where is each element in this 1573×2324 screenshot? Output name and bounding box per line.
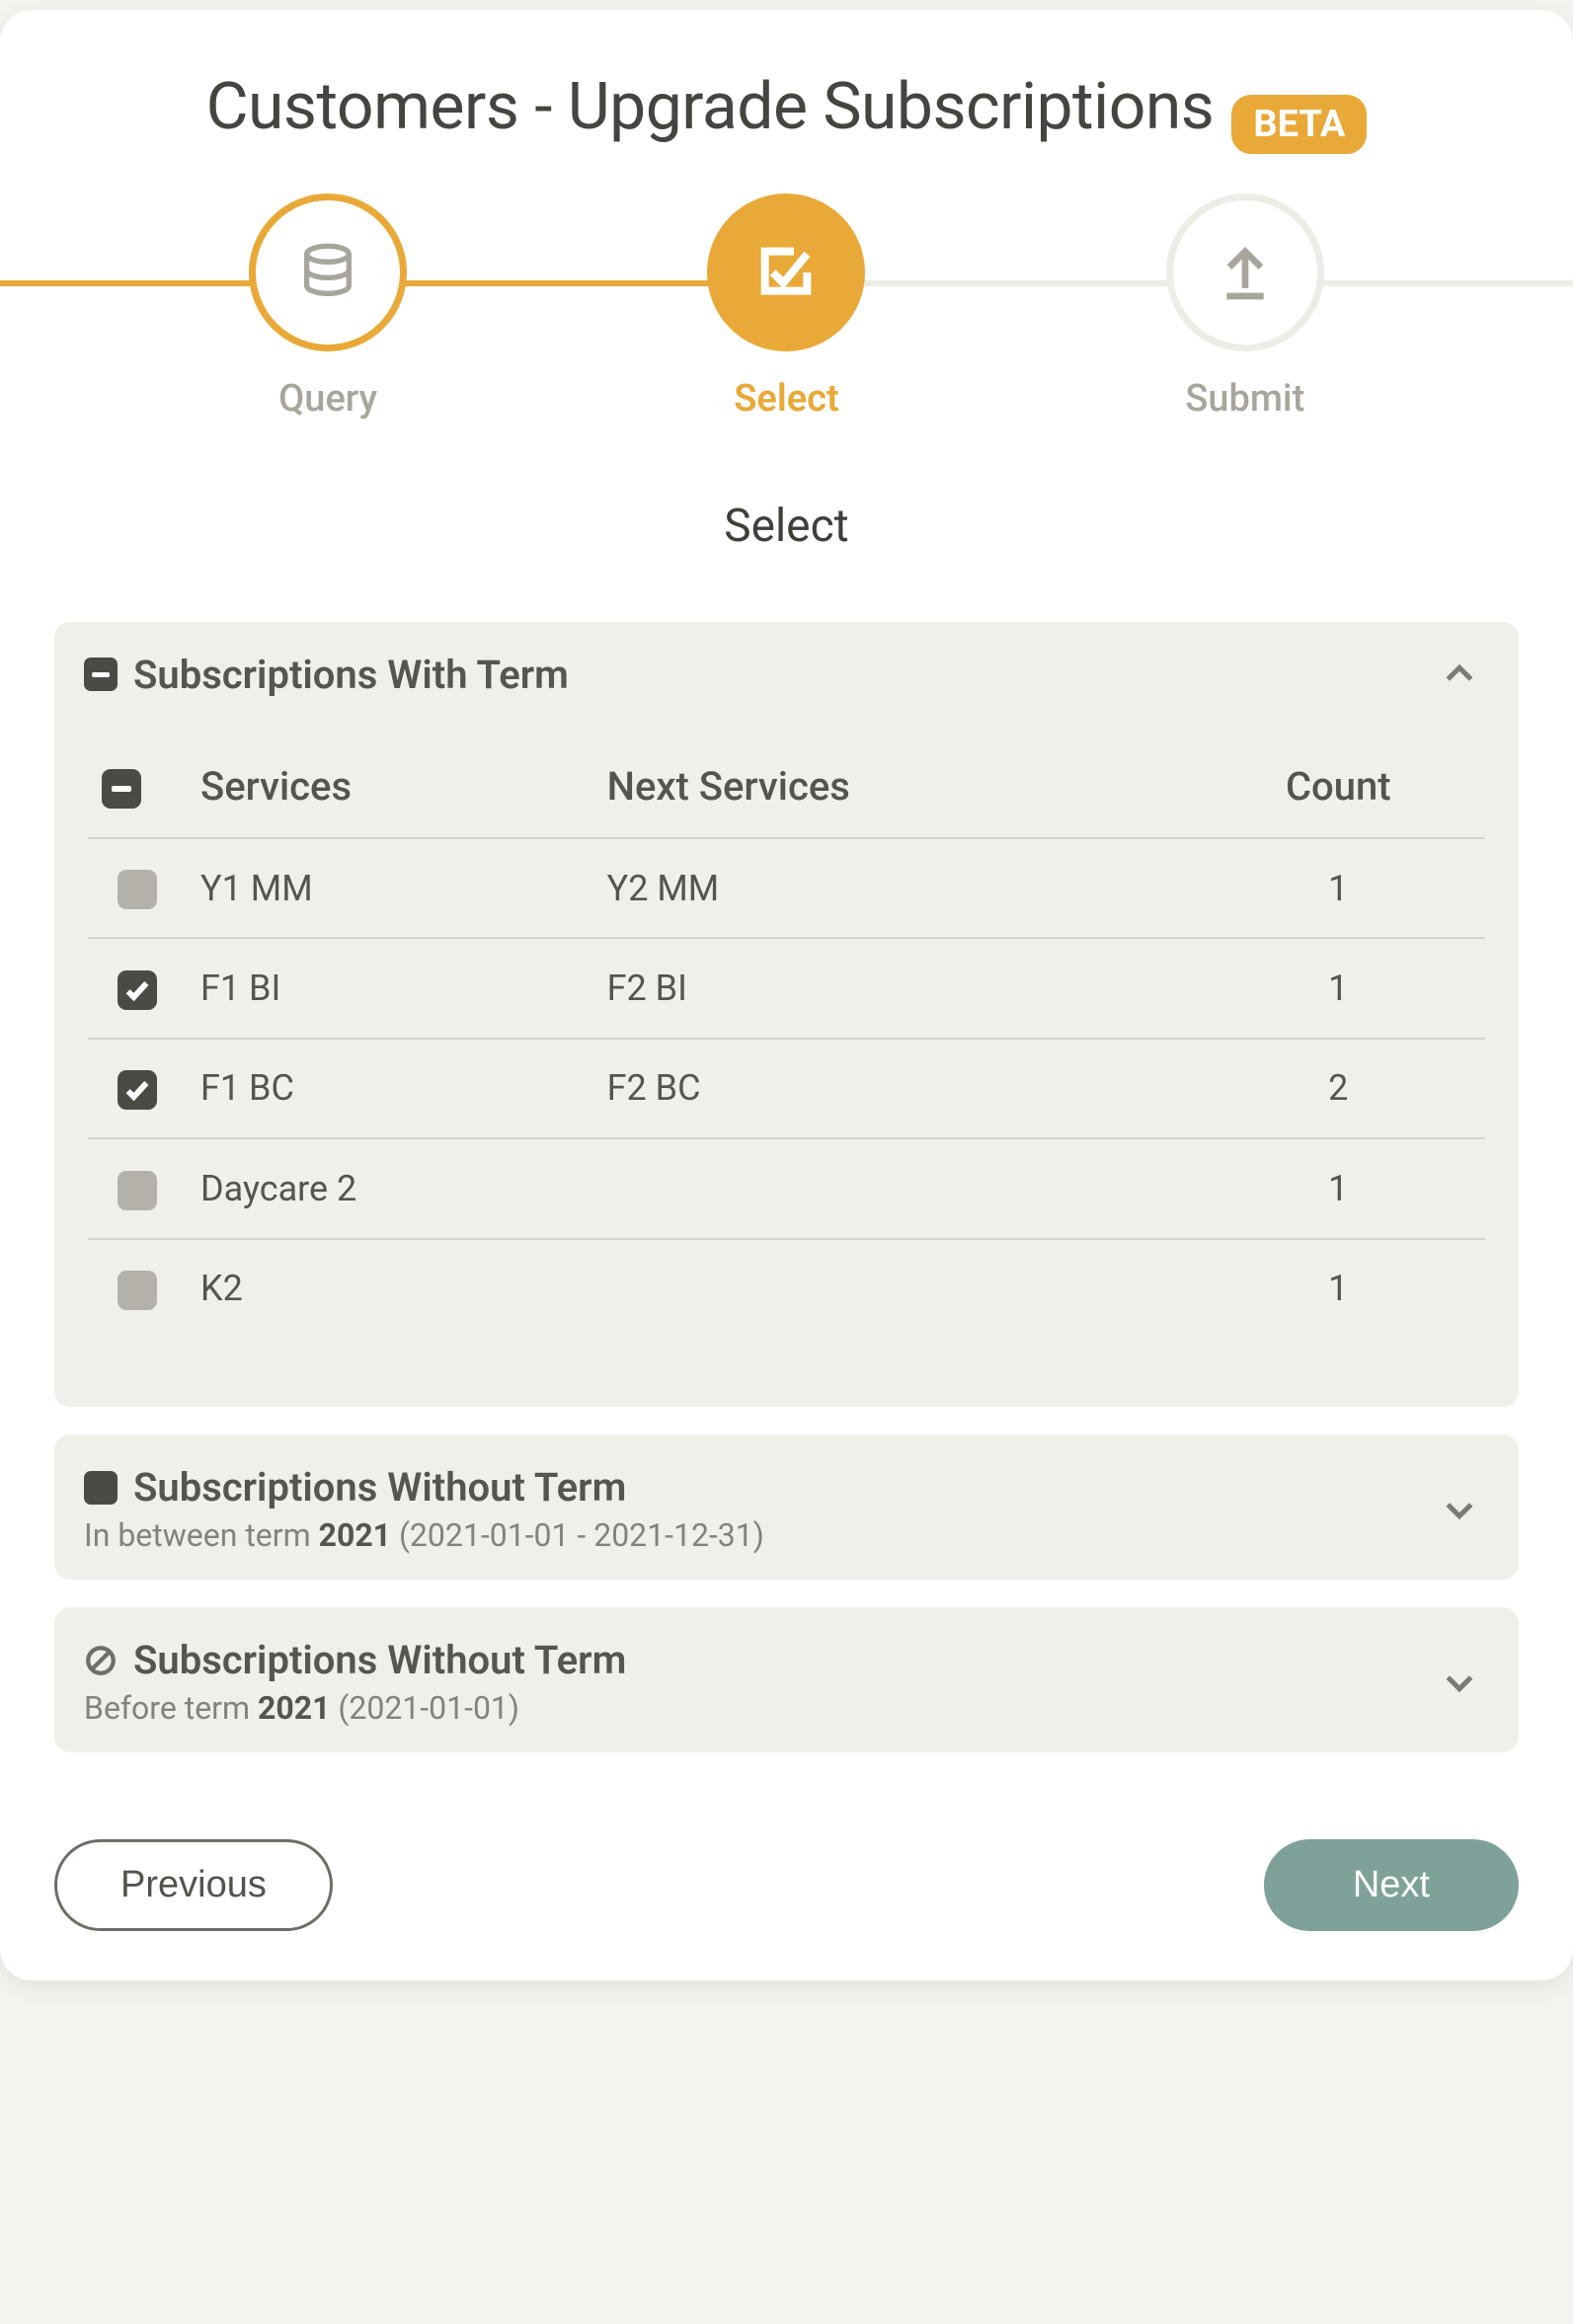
step-submit[interactable]: Submit	[1146, 194, 1344, 421]
col-services: Services	[187, 724, 593, 838]
row-checkbox[interactable]	[118, 970, 157, 1010]
cell-next-services: F2 BI	[593, 938, 1192, 1038]
row-checkbox[interactable]	[118, 870, 157, 909]
next-button[interactable]: Next	[1264, 1839, 1519, 1931]
chevron-down-icon	[1440, 1490, 1479, 1529]
cell-services: Y1 MM	[187, 838, 593, 938]
cell-services: K2	[187, 1239, 593, 1338]
cell-services: Daycare 2	[187, 1138, 593, 1238]
panel-without-term-in-between: Subscriptions Without Term In between te…	[54, 1434, 1519, 1580]
cell-next-services: F2 BC	[593, 1039, 1192, 1138]
step-label: Submit	[1185, 377, 1304, 421]
row-checkbox[interactable]	[118, 1271, 157, 1310]
col-count: Count	[1192, 724, 1485, 838]
check-square-icon	[707, 194, 865, 351]
page-title: Customers - Upgrade Subscriptions	[206, 69, 1215, 145]
cell-count: 2	[1192, 1039, 1485, 1138]
panel-with-term: Subscriptions With Term Services	[54, 622, 1519, 1407]
table-row: F1 BIF2 BI1	[88, 938, 1485, 1038]
footer: Previous Next	[0, 1780, 1573, 1931]
panel-without-term-in-between-title: Subscriptions Without Term	[133, 1464, 626, 1511]
square-filled-icon	[84, 1471, 118, 1505]
table-row: Y1 MMY2 MM1	[88, 838, 1485, 938]
chevron-down-icon	[1440, 1663, 1479, 1702]
table-row: F1 BCF2 BC2	[88, 1039, 1485, 1138]
cancel-circle-icon	[84, 1644, 118, 1677]
panel-without-term-in-between-header[interactable]: Subscriptions Without Term In between te…	[54, 1434, 1519, 1580]
database-icon	[249, 194, 407, 351]
subscriptions-table: Services Next Services Count Y1 MMY2 MM1…	[88, 724, 1485, 1338]
minus-square-icon	[84, 658, 118, 691]
row-checkbox[interactable]	[118, 1171, 157, 1210]
page-title-row: Customers - Upgrade Subscriptions BETA	[0, 10, 1573, 194]
beta-badge: BETA	[1231, 95, 1367, 154]
cell-services: F1 BC	[187, 1039, 593, 1138]
table-header-row: Services Next Services Count	[88, 724, 1485, 838]
panels: Subscriptions With Term Services	[0, 622, 1573, 1752]
cell-count: 1	[1192, 1138, 1485, 1238]
upload-icon	[1166, 194, 1324, 351]
previous-button[interactable]: Previous	[54, 1839, 333, 1931]
table-row: Daycare 2 1	[88, 1138, 1485, 1238]
cell-next-services: Y2 MM	[593, 838, 1192, 938]
step-select[interactable]: Select	[687, 194, 885, 421]
panel-with-term-header[interactable]: Subscriptions With Term	[54, 622, 1519, 724]
cell-count: 1	[1192, 938, 1485, 1038]
panel-without-term-before-header[interactable]: Subscriptions Without Term Before term 2…	[54, 1607, 1519, 1752]
cell-next-services	[593, 1239, 1192, 1338]
panel-without-term-before-title: Subscriptions Without Term	[133, 1637, 626, 1683]
cell-count: 1	[1192, 1239, 1485, 1338]
cell-next-services	[593, 1138, 1192, 1238]
step-label: Query	[278, 377, 377, 421]
panel-without-term-before-subtitle: Before term 2021 (2021-01-01)	[84, 1689, 1440, 1727]
panel-without-term-in-between-subtitle: In between term 2021 (2021-01-01 - 2021-…	[84, 1516, 1440, 1554]
step-label: Select	[734, 377, 839, 421]
cell-count: 1	[1192, 838, 1485, 938]
stepper-steps: Query Select Submit	[0, 194, 1573, 421]
stepper: QuerySelectSubmit	[0, 194, 1573, 411]
cell-services: F1 BI	[187, 938, 593, 1038]
panel-with-term-body: Services Next Services Count Y1 MMY2 MM1…	[54, 724, 1519, 1407]
col-next-services: Next Services	[593, 724, 1192, 838]
panel-without-term-before: Subscriptions Without Term Before term 2…	[54, 1607, 1519, 1752]
row-checkbox[interactable]	[118, 1070, 157, 1110]
page-card: Customers - Upgrade Subscriptions BETA Q…	[0, 10, 1573, 1980]
chevron-up-icon	[1440, 655, 1479, 694]
panel-with-term-title: Subscriptions With Term	[133, 652, 569, 698]
table-row: K2 1	[88, 1239, 1485, 1338]
table-select-all-checkbox[interactable]	[102, 769, 141, 809]
step-query[interactable]: Query	[229, 194, 427, 421]
section-title: Select	[0, 500, 1573, 553]
